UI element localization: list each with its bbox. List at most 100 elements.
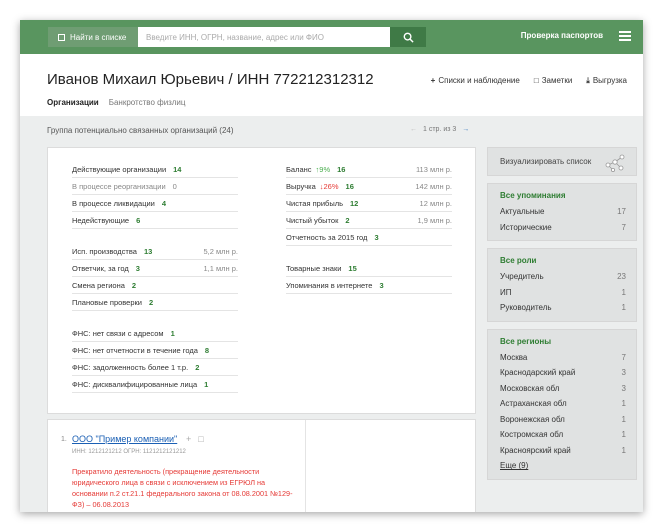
filter-item[interactable]: Актуальные 17 [500, 204, 626, 220]
stat-label: ФНС: задолженность более 1 т.р. [72, 363, 189, 372]
filter-item[interactable]: Костромская обл 1 [500, 427, 626, 443]
filter-item[interactable]: Воронежская обл 1 [500, 412, 626, 428]
company-status: Прекратило деятельность (прекращение дея… [72, 467, 293, 509]
stat-amount: 113 млн р. [415, 165, 452, 174]
stat-count: 3 [374, 233, 379, 242]
stat-inspections[interactable]: Плановые проверки 2 [72, 295, 238, 311]
stat-count: 8 [204, 346, 210, 355]
stat-count: 3 [379, 281, 384, 290]
tab-bankruptcy[interactable]: Банкротство физлиц [109, 98, 186, 107]
stat-amount: 12 млн р. [419, 199, 452, 208]
stat-fns-debt[interactable]: ФНС: задолженность более 1 т.р. 2 [72, 360, 238, 376]
stat-active-orgs[interactable]: Действующие организации 14 [72, 162, 238, 178]
stat-fns-address[interactable]: ФНС: нет связи с адресом 1 [72, 326, 238, 342]
stat-count: 12 [350, 199, 359, 208]
stat-fns-disqualified[interactable]: ФНС: дисквалифицированные лица 1 [72, 377, 238, 393]
filter-label: Руководитель [500, 303, 552, 313]
next-page-icon[interactable]: → [462, 126, 469, 133]
app-window: Найти в списке Проверка паспортов Иванов… [20, 20, 643, 512]
stat-count: 2 [345, 216, 350, 225]
filter-label: Костромская обл [500, 430, 564, 440]
comment-icon: □ [533, 76, 539, 85]
add-to-list-icon[interactable]: + [186, 434, 191, 444]
filter-item[interactable]: Москва 7 [500, 350, 626, 366]
filter-label: Москва [500, 352, 528, 362]
stat-label: Недействующие [72, 216, 130, 225]
stat-amount: 1,1 млн р. [203, 264, 238, 273]
filter-item[interactable]: Руководитель 1 [500, 300, 626, 316]
filter-count: 1 [621, 399, 626, 409]
export-button[interactable]: ⤓ Выгрузка [586, 76, 627, 86]
stat-label: ФНС: нет связи с адресом [72, 329, 164, 338]
company-ids: ИНН: 1212121212 ОГРН: 1121212121212 [72, 449, 186, 455]
stat-fns-reporting[interactable]: ФНС: нет отчетности в течение года 8 [72, 343, 238, 359]
stat-count: 16 [345, 182, 354, 191]
company-name-link[interactable]: ООО "Пример компании" [72, 434, 177, 444]
lists-monitoring-button[interactable]: + Списки и наблюдение [431, 76, 520, 86]
stat-change: 9% [319, 165, 331, 174]
search-in-list-toggle[interactable]: Найти в списке [48, 27, 138, 47]
stat-label: Исп. производства [72, 247, 137, 256]
checkbox-icon[interactable] [58, 33, 65, 41]
search-icon [403, 32, 414, 43]
stat-label: Выручка [286, 182, 316, 191]
stat-liquidation[interactable]: В процессе ликвидации 4 [72, 196, 238, 212]
stat-defendant[interactable]: Ответчик, за год 3 1,1 млн р. [72, 261, 238, 277]
filter-count: 1 [621, 303, 626, 313]
filter-count: 3 [621, 368, 626, 378]
prev-page-icon[interactable]: ← [410, 126, 417, 133]
stat-amount: 5,2 млн р. [203, 247, 238, 256]
search-in-list-label: Найти в списке [70, 32, 127, 42]
graph-network-icon [605, 154, 625, 172]
stat-region-change[interactable]: Смена региона 2 [72, 278, 238, 294]
mentions-filter-header[interactable]: Все упоминания [500, 191, 626, 200]
stat-revenue[interactable]: Выручка ↓ 26% 16 142 млн р. [286, 179, 452, 195]
stat-balance[interactable]: Баланс ↑ 9% 16 113 млн р. [286, 162, 452, 178]
mentions-filter: Все упоминания Актуальные 17 Исторические… [487, 183, 637, 241]
search-input[interactable] [138, 27, 390, 47]
stat-count: 16 [337, 165, 346, 174]
stat-enforcement[interactable]: Исп. производства 13 5,2 млн р. [72, 244, 238, 260]
hamburger-menu-icon[interactable] [619, 31, 631, 41]
stat-count: 2 [131, 281, 137, 290]
filter-item[interactable]: Астраханская обл 1 [500, 396, 626, 412]
filter-item[interactable]: Учредитель 23 [500, 269, 626, 285]
export-label: Выгрузка [592, 76, 627, 85]
stat-reporting-2015[interactable]: Отчетность за 2015 год 3 [286, 230, 452, 246]
stat-count: 3 [135, 264, 140, 273]
filter-label: Воронежская обл [500, 414, 565, 424]
group-title: Группа потенциально связанных организаци… [47, 126, 234, 135]
roles-filter-header[interactable]: Все роли [500, 256, 626, 265]
stat-label: Упоминания в интернете [286, 281, 373, 290]
download-icon: ⤓ [586, 76, 590, 85]
stat-label: Чистый убыток [286, 216, 339, 225]
notes-button[interactable]: □ Заметки [534, 76, 572, 86]
filters-sidebar: Визуализировать список Все упоминания Ак… [487, 147, 637, 480]
plus-icon: + [430, 76, 436, 85]
filter-item[interactable]: Московская обл 3 [500, 381, 626, 397]
stat-inactive[interactable]: Недействующие 6 [72, 213, 238, 229]
filter-label: Исторические [500, 222, 552, 232]
search-button[interactable] [390, 27, 426, 47]
filter-item[interactable]: Краснодарский край 3 [500, 365, 626, 381]
filter-item[interactable]: ИП 1 [500, 285, 626, 301]
tab-organizations[interactable]: Организации [47, 98, 99, 107]
item-actions: + □ [186, 434, 204, 444]
stat-internet-mentions[interactable]: Упоминания в интернете 3 [286, 278, 452, 294]
stat-count: 2 [195, 363, 200, 372]
notes-label: Заметки [541, 76, 573, 85]
filter-more-item[interactable]: Еще (9) [500, 458, 626, 474]
stat-count: 4 [161, 199, 167, 208]
comment-icon[interactable]: □ [198, 434, 203, 444]
filter-item[interactable]: Исторические 7 [500, 220, 626, 236]
regions-filter-header[interactable]: Все регионы [500, 337, 626, 346]
stat-net-loss[interactable]: Чистый убыток 2 1,9 млн р. [286, 213, 452, 229]
stat-net-profit[interactable]: Чистая прибыль 12 12 млн р. [286, 196, 452, 212]
show-more-link[interactable]: Еще (9) [500, 461, 528, 470]
passport-check-link[interactable]: Проверка паспортов [521, 31, 603, 40]
company-list: 1. ООО "Пример компании" + □ ИНН: 121212… [47, 419, 476, 512]
visualize-list-button[interactable]: Визуализировать список [487, 147, 637, 176]
stat-trademarks[interactable]: Товарные знаки 15 [286, 261, 452, 277]
filter-count: 7 [621, 352, 626, 362]
filter-item[interactable]: Красноярский край 1 [500, 443, 626, 459]
